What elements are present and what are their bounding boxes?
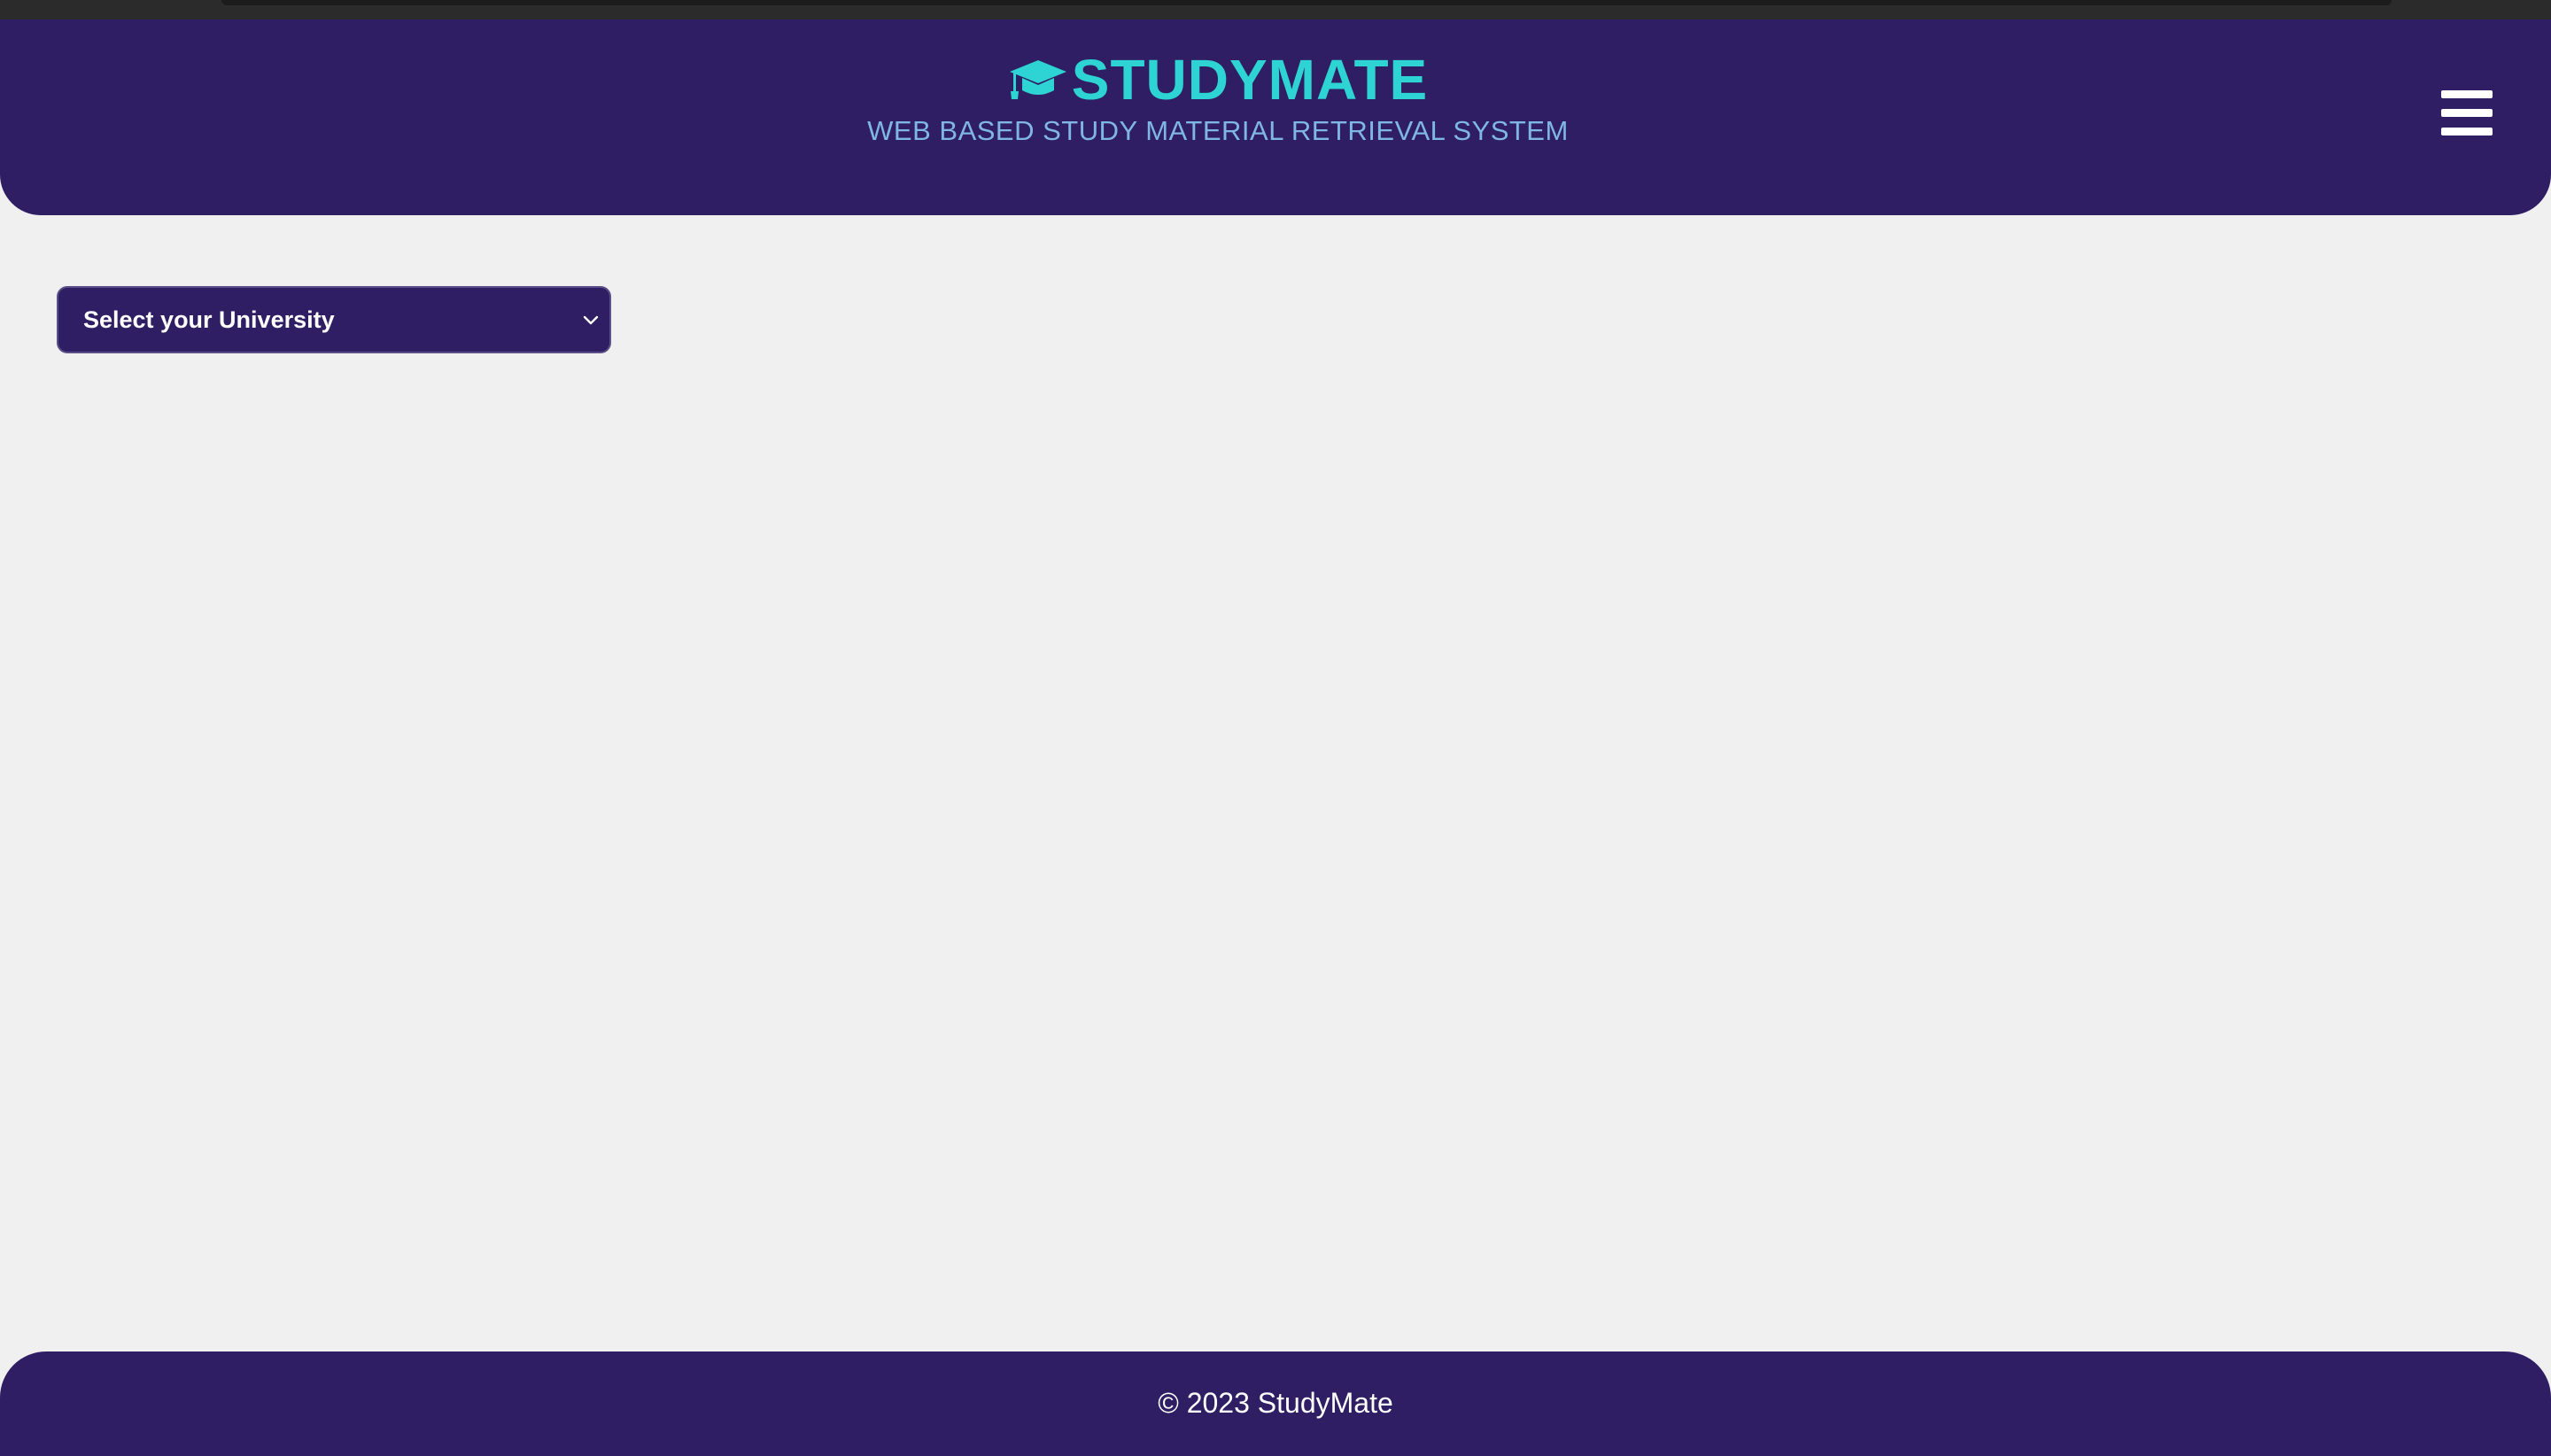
site-header: STUDYMATE WEB BASED STUDY MATERIAL RETRI… [0,19,2551,215]
browser-toolbar-edge [221,0,2392,5]
menu-bar-top [2441,90,2493,98]
menu-bar-bottom [2441,128,2493,136]
brand-logo[interactable]: STUDYMATE [0,51,2436,108]
chevron-down-icon [583,315,599,325]
footer-copyright: © 2023 StudyMate [1158,1387,1393,1419]
university-select[interactable]: Select your University [57,286,611,353]
university-select-value: Select your University [83,306,335,333]
browser-top-strip [0,0,2551,19]
site-title: STUDYMATE [1071,48,1429,112]
site-subtitle: WEB BASED STUDY MATERIAL RETRIEVAL SYSTE… [867,115,1569,146]
hamburger-menu-icon[interactable] [2441,90,2493,138]
site-footer: © 2023 StudyMate [0,1351,2551,1456]
menu-bar-middle [2441,109,2493,117]
graduation-cap-icon [1009,60,1066,99]
